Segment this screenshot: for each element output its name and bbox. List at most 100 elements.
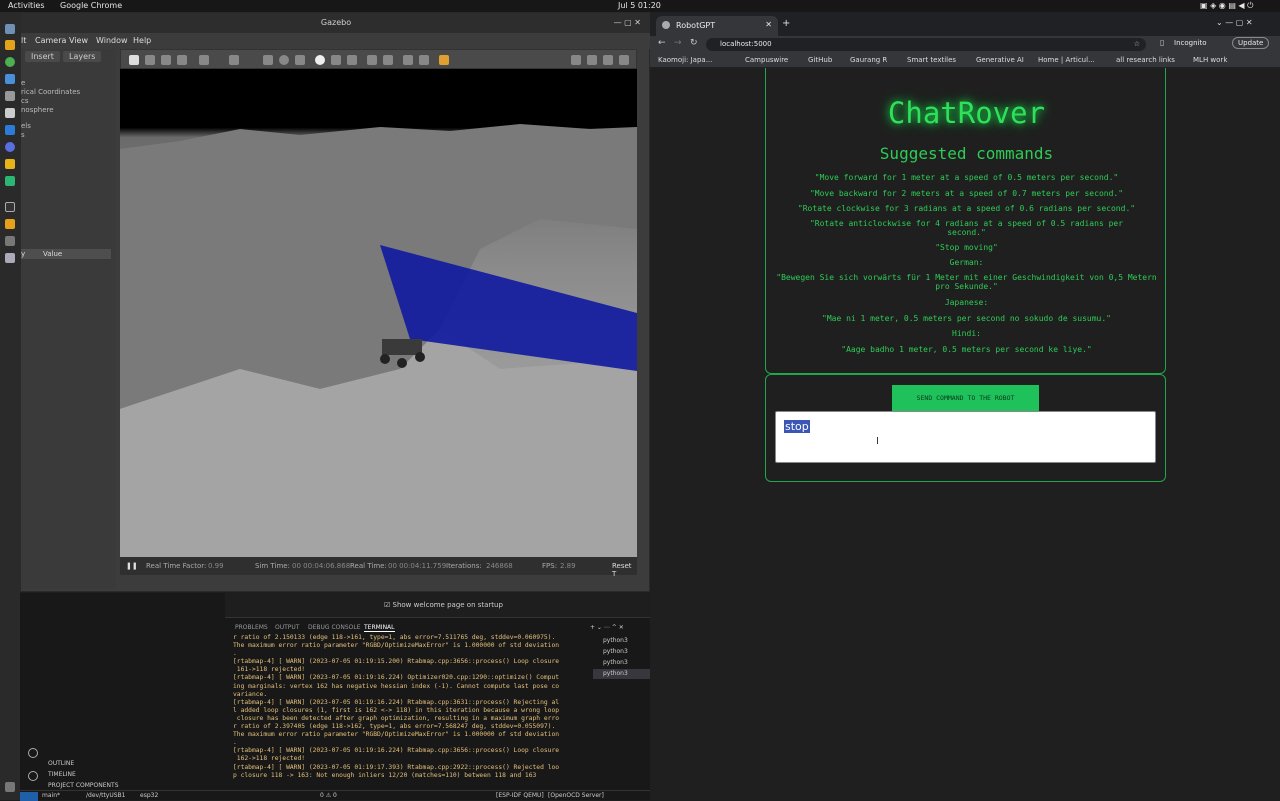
vscode-icon[interactable] <box>5 125 15 135</box>
idf-target[interactable]: esp32 <box>140 792 158 799</box>
dock-app-icon[interactable] <box>5 108 15 118</box>
terminal-process[interactable]: python3 <box>593 658 651 668</box>
tab-terminal[interactable]: TERMINAL <box>364 624 395 632</box>
address-bar[interactable]: localhost:5000 ☆ <box>706 38 1146 51</box>
bookmark[interactable]: Campuswire <box>745 56 788 64</box>
close-tab-icon[interactable]: ✕ <box>765 20 772 29</box>
dock-app-icon[interactable] <box>5 219 15 229</box>
bookmark[interactable]: all research links <box>1116 56 1175 64</box>
directional-light-icon[interactable] <box>347 55 357 65</box>
tree-item[interactable]: rical Coordinates <box>21 88 80 96</box>
log-icon[interactable] <box>587 55 597 65</box>
terminal-process[interactable]: python3 <box>593 636 651 646</box>
change-view-icon[interactable] <box>439 55 449 65</box>
clock[interactable]: Jul 5 01:20 <box>618 1 661 10</box>
new-tab-icon[interactable]: + <box>782 18 790 29</box>
redo-icon[interactable] <box>229 55 239 65</box>
tree-item[interactable]: s <box>21 131 25 139</box>
forward-icon[interactable]: → <box>674 38 682 48</box>
terminal-process-active[interactable]: python3 <box>593 669 651 679</box>
dock-app-icon[interactable] <box>5 40 15 50</box>
bookmark[interactable]: Generative AI <box>976 56 1024 64</box>
welcome-checkbox-row[interactable]: ☑ Show welcome page on startup <box>384 601 503 609</box>
tab-problems[interactable]: PROBLEMS <box>235 624 268 631</box>
dock-app-icon[interactable] <box>5 91 15 101</box>
active-app-label[interactable]: Google Chrome <box>60 1 122 10</box>
window-controls[interactable]: ⌄ — ▢ ✕ <box>1216 18 1253 27</box>
tab-insert[interactable]: Insert <box>25 51 60 62</box>
bookmark[interactable]: Home | Articul... <box>1038 56 1095 64</box>
section-outline[interactable]: OUTLINE <box>48 760 74 767</box>
tree-item[interactable]: cs <box>21 97 29 105</box>
tab-debug-console[interactable]: DEBUG CONSOLE <box>308 624 361 631</box>
git-branch[interactable]: main* <box>42 792 60 799</box>
copy-icon[interactable] <box>367 55 377 65</box>
openocd-server[interactable]: [OpenOCD Server] <box>548 792 604 799</box>
activities-button[interactable]: Activities <box>8 1 45 10</box>
plot-icon[interactable] <box>603 55 613 65</box>
command-input[interactable]: stop I <box>775 411 1156 463</box>
settings-gear-icon[interactable] <box>28 771 38 781</box>
scale-tool-icon[interactable] <box>177 55 187 65</box>
record-video-icon[interactable] <box>619 55 629 65</box>
bookmark[interactable]: Kaomoji: Japa... <box>658 56 712 64</box>
reset-time-button[interactable]: Reset T <box>612 562 637 578</box>
menu-help[interactable]: Help <box>133 36 151 45</box>
chrome-icon[interactable] <box>5 57 15 67</box>
tree-item[interactable]: nosphere <box>21 106 54 114</box>
terminal-output[interactable]: r ratio of 2.150133 (edge 118->161, type… <box>233 634 583 789</box>
screenshot-icon[interactable] <box>571 55 581 65</box>
spot-light-icon[interactable] <box>331 55 341 65</box>
tab-layers[interactable]: Layers <box>63 51 102 62</box>
window-controls[interactable]: — ▢ ✕ <box>614 13 641 33</box>
back-icon[interactable]: ← <box>658 38 666 48</box>
dock-app-icon[interactable] <box>5 253 15 263</box>
undo-icon[interactable] <box>199 55 209 65</box>
menu-camera[interactable]: Camera <box>35 36 66 45</box>
sphere-shape-icon[interactable] <box>279 55 289 65</box>
terminal-process[interactable]: python3 <box>593 647 651 657</box>
align-icon[interactable] <box>403 55 413 65</box>
incognito-badge[interactable]: Incognito <box>1174 39 1206 47</box>
show-apps-icon[interactable] <box>5 782 15 792</box>
dock-app-icon[interactable] <box>5 176 15 186</box>
bookmark[interactable]: Smart textiles <box>907 56 956 64</box>
esp-idf-qemu[interactable]: [ESP-IDF QEMU] <box>496 792 544 799</box>
cylinder-shape-icon[interactable] <box>295 55 305 65</box>
checkbox-icon[interactable]: ☑ <box>384 601 390 609</box>
menu-edit[interactable]: lt <box>21 36 26 45</box>
rotate-tool-icon[interactable] <box>161 55 171 65</box>
menu-window[interactable]: Window <box>96 36 128 45</box>
dock-app-icon[interactable] <box>5 236 15 246</box>
tray-icons[interactable]: ▣ ◈ ◉ ▤ ◀ ⏻ <box>1200 1 1253 11</box>
section-project-components[interactable]: PROJECT COMPONENTS <box>48 782 119 789</box>
send-command-button[interactable]: SEND COMMAND TO THE ROBOT <box>892 385 1039 411</box>
paste-icon[interactable] <box>383 55 393 65</box>
bookmark[interactable]: Gaurang R <box>850 56 887 64</box>
tab-output[interactable]: OUTPUT <box>275 624 299 631</box>
bookmark[interactable]: GitHub <box>808 56 832 64</box>
section-timeline[interactable]: TIMELINE <box>48 771 76 778</box>
dock-app-icon[interactable] <box>5 159 15 169</box>
pause-icon[interactable]: ❚❚ <box>126 562 138 570</box>
side-panel-icon[interactable]: ▯ <box>1160 38 1164 47</box>
select-tool-icon[interactable] <box>129 55 139 65</box>
bookmark-star-icon[interactable]: ☆ <box>1134 38 1140 51</box>
serial-port[interactable]: /dev/ttyUSB1 <box>86 792 125 799</box>
reload-icon[interactable]: ↻ <box>690 38 698 48</box>
panel-actions[interactable]: + ⌄ ⋯ ^ ✕ <box>590 624 624 631</box>
dock-app-icon[interactable] <box>5 142 15 152</box>
browser-tab[interactable]: RobotGPT ✕ <box>656 16 778 36</box>
dock-app-icon[interactable] <box>5 24 15 34</box>
dock-app-icon[interactable] <box>5 74 15 84</box>
menu-view[interactable]: View <box>69 36 88 45</box>
box-shape-icon[interactable] <box>263 55 273 65</box>
problems-count[interactable]: 0 ⚠ 0 <box>320 792 337 799</box>
terminal-icon[interactable] <box>5 202 15 212</box>
translate-tool-icon[interactable] <box>145 55 155 65</box>
update-button[interactable]: Update <box>1232 37 1270 49</box>
account-icon[interactable] <box>28 748 38 758</box>
bookmark[interactable]: MLH work <box>1193 56 1227 64</box>
gazebo-3d-viewport[interactable] <box>120 69 637 557</box>
tree-item[interactable]: e <box>21 79 25 87</box>
